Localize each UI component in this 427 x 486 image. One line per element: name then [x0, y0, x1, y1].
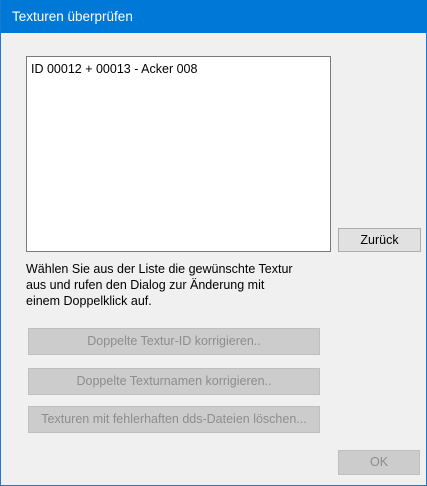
fix-duplicate-names-button[interactable]: Doppelte Texturnamen korrigieren.. — [28, 368, 320, 395]
dialog-window: Texturen überprüfen ID 00012 + 00013 - A… — [0, 0, 427, 486]
list-item[interactable]: ID 00012 + 00013 - Acker 008 — [27, 57, 330, 77]
fix-duplicate-id-button[interactable]: Doppelte Textur-ID korrigieren.. — [28, 328, 320, 355]
window-title: Texturen überprüfen — [1, 0, 427, 33]
texture-list[interactable]: ID 00012 + 00013 - Acker 008 — [26, 56, 331, 252]
delete-faulty-dds-button[interactable]: Texturen mit fehlerhaften dds-Dateien lö… — [28, 406, 320, 433]
ok-button[interactable]: OK — [338, 450, 420, 475]
back-button[interactable]: Zurück — [338, 228, 421, 252]
hint-text: Wählen Sie aus der Liste die gewünschte … — [26, 262, 293, 308]
